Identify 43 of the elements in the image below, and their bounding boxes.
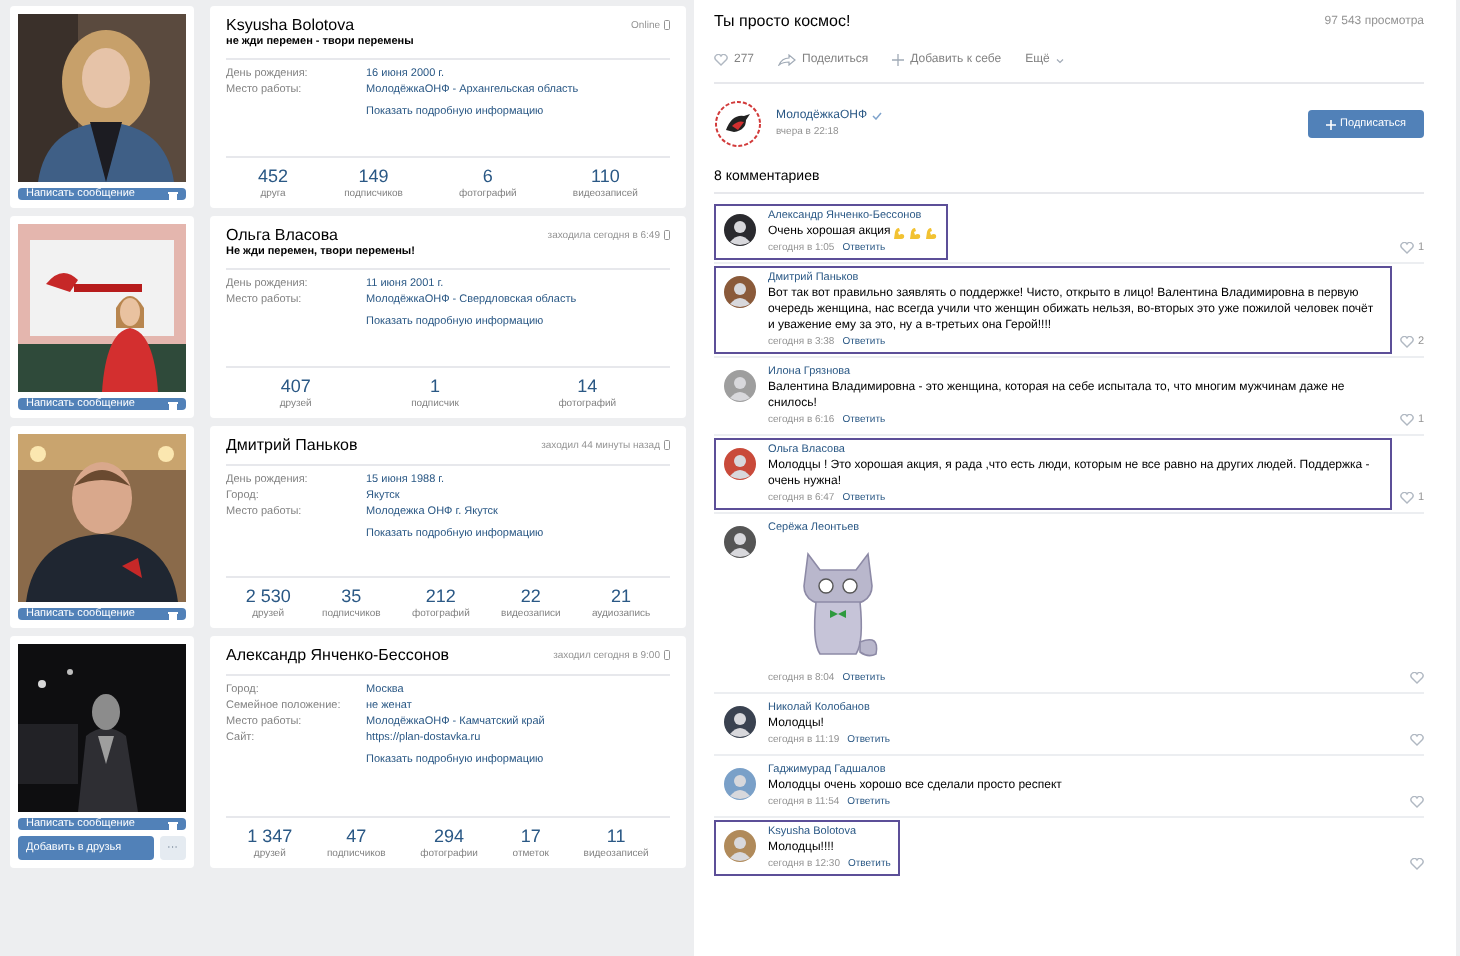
counter-value[interactable]: 47 [346, 826, 367, 846]
counter-value[interactable]: 17 [520, 826, 541, 846]
heart-icon[interactable] [1410, 734, 1424, 746]
mobile-icon [664, 650, 670, 660]
counter-value[interactable]: 11 [606, 826, 626, 846]
counter-value[interactable]: 1 347 [247, 826, 293, 846]
counter-value[interactable]: 21 [611, 586, 632, 606]
counter-value[interactable]: 2 530 [245, 586, 291, 606]
counter-value[interactable]: 1 [430, 376, 441, 396]
counter-value[interactable]: 6 [482, 166, 493, 186]
avatar[interactable] [724, 706, 756, 738]
mobile-icon [664, 20, 670, 30]
counter-value[interactable]: 149 [358, 166, 389, 186]
heart-icon[interactable] [1410, 858, 1424, 870]
heart-icon[interactable] [714, 54, 728, 66]
heart-icon[interactable] [1399, 242, 1414, 254]
heart-icon[interactable] [1410, 672, 1424, 684]
profile-name: Дмитрий Паньков [226, 436, 358, 454]
counter-value[interactable]: 212 [425, 586, 456, 606]
counter-value[interactable]: 407 [280, 376, 311, 396]
plus-icon [1326, 119, 1337, 129]
avatar[interactable] [724, 526, 756, 558]
video-title: Ты просто космос! [714, 12, 851, 30]
heart-icon[interactable] [1399, 492, 1414, 504]
profile-name: Ksyusha Bolotova [226, 16, 355, 34]
counter-value[interactable]: 35 [341, 586, 362, 606]
heart-icon[interactable] [1399, 336, 1414, 348]
counter-value[interactable]: 452 [258, 166, 289, 186]
heart-icon[interactable] [1410, 796, 1424, 808]
mobile-icon [664, 230, 670, 240]
counter-value[interactable]: 14 [577, 376, 598, 396]
channel-logo[interactable] [714, 100, 762, 148]
share-icon [778, 54, 797, 66]
heart-icon[interactable] [1399, 414, 1414, 426]
profile-name: Александр Янченко-Бессонов [226, 646, 450, 664]
avatar[interactable] [724, 214, 756, 246]
mobile-icon [664, 440, 670, 450]
counter-value[interactable]: 22 [520, 586, 541, 606]
plus-icon [892, 54, 905, 66]
profile-name: Ольга Власова [226, 226, 338, 244]
counter-value[interactable]: 294 [434, 826, 465, 846]
caret-icon [1055, 57, 1064, 63]
counter-value[interactable]: 110 [590, 166, 620, 186]
